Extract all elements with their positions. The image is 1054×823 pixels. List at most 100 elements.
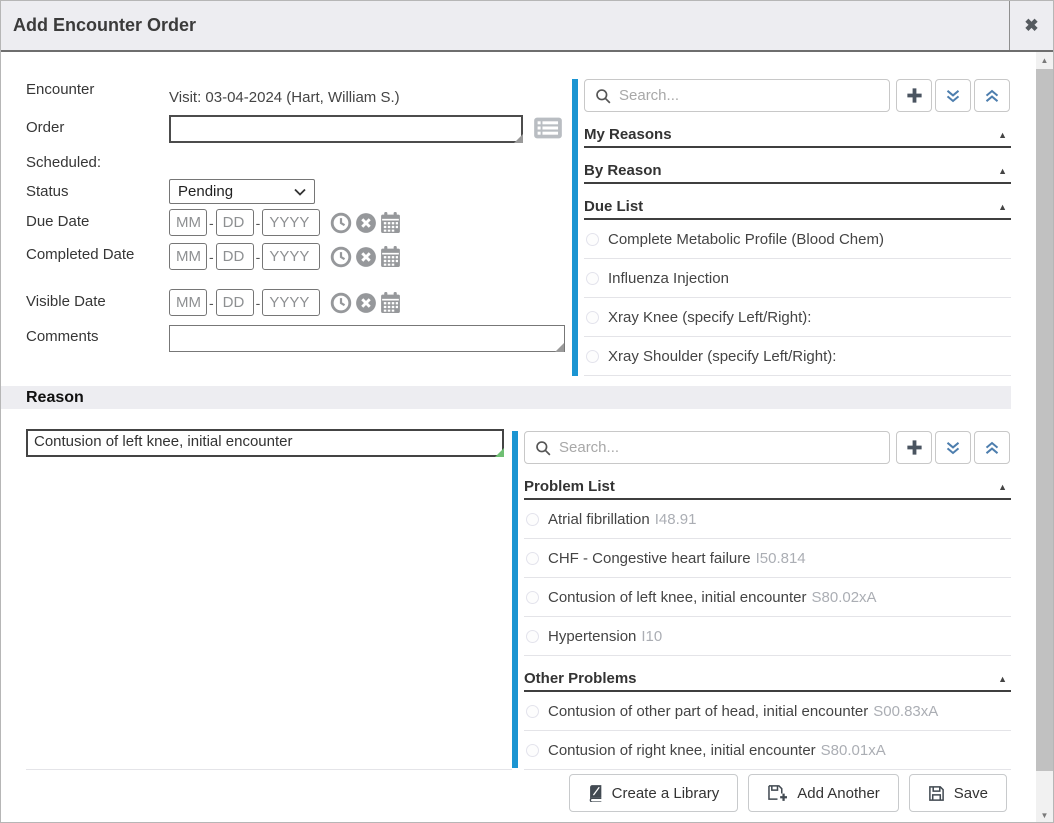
section-header[interactable]: Problem List▲ <box>524 475 1011 500</box>
double-chevron-up-icon <box>984 88 1000 104</box>
collapse-caret-icon[interactable]: ▲ <box>998 202 1011 212</box>
collapse-caret-icon[interactable]: ▲ <box>998 674 1011 684</box>
item-code: S80.02xA <box>812 589 877 606</box>
section-label: My Reasons <box>584 126 672 143</box>
completed-date-month-input[interactable] <box>169 243 207 270</box>
due-date-row: - - <box>169 209 401 236</box>
scroll-up-arrow[interactable]: ▲ <box>1036 52 1053 69</box>
order-label: Order <box>26 118 138 137</box>
calendar-icon[interactable] <box>380 211 401 234</box>
section-header[interactable]: By Reason▲ <box>584 159 1011 184</box>
time-icon[interactable] <box>330 292 352 314</box>
comments-resize-handle[interactable] <box>555 343 564 352</box>
list-item[interactable]: Complete Metabolic Profile (Blood Chem) <box>584 220 1011 259</box>
item-name: CHF - Congestive heart failure <box>548 550 751 567</box>
due-date-year-input[interactable] <box>262 209 320 236</box>
save-label: Save <box>954 785 988 802</box>
list-item[interactable]: Xray Shoulder (specify Left/Right): <box>584 337 1011 376</box>
add-problem-button[interactable] <box>896 431 932 464</box>
completed-date-day-input[interactable] <box>216 243 254 270</box>
section-header[interactable]: Other Problems ▲ <box>524 667 1011 692</box>
list-item[interactable]: Contusion of right knee, initial encount… <box>524 731 1011 770</box>
status-select[interactable]: Pending <box>169 179 315 204</box>
collapse-caret-icon[interactable]: ▲ <box>998 166 1011 176</box>
scroll-down-arrow[interactable]: ▼ <box>1036 807 1053 823</box>
chevron-down-icon <box>294 183 306 201</box>
collapse-all-button[interactable] <box>974 79 1010 112</box>
save-button[interactable]: Save <box>909 774 1007 812</box>
add-reason-button[interactable] <box>896 79 932 112</box>
radio-icon[interactable] <box>586 311 599 324</box>
radio-icon[interactable] <box>526 630 539 643</box>
list-item[interactable]: Atrial fibrillation I48.91 <box>524 500 1011 539</box>
section-label: Due List <box>584 198 643 215</box>
radio-icon[interactable] <box>586 350 599 363</box>
collapse-caret-icon[interactable]: ▲ <box>998 482 1011 492</box>
order-lookup-button[interactable] <box>532 116 564 142</box>
radio-icon[interactable] <box>586 233 599 246</box>
time-icon[interactable] <box>330 246 352 268</box>
section-header[interactable]: My Reasons ▲ <box>584 123 1011 148</box>
add-another-button[interactable]: Add Another <box>748 774 899 812</box>
radio-icon[interactable] <box>526 552 539 565</box>
reason-resize-handle[interactable] <box>495 448 504 457</box>
order-input[interactable] <box>169 115 523 143</box>
collapse-all-button[interactable] <box>974 431 1010 464</box>
status-label: Status <box>26 182 138 201</box>
date-separator: - <box>209 295 214 311</box>
reason-section-title: Reason <box>26 389 84 407</box>
item-code: I50.814 <box>756 550 806 567</box>
expand-all-button[interactable] <box>935 79 971 112</box>
add-another-label: Add Another <box>797 785 880 802</box>
reasons-accent-bar <box>572 79 578 376</box>
scrollbar-thumb[interactable] <box>1036 69 1053 771</box>
radio-icon[interactable] <box>526 705 539 718</box>
calendar-icon[interactable] <box>380 291 401 314</box>
list-item[interactable]: Contusion of other part of head, initial… <box>524 692 1011 731</box>
completed-date-year-input[interactable] <box>262 243 320 270</box>
list-item[interactable]: Influenza Injection <box>584 259 1011 298</box>
dialog-titlebar: Add Encounter Order ✖ <box>1 1 1053 52</box>
double-chevron-down-icon <box>945 88 961 104</box>
comments-input[interactable] <box>169 325 565 352</box>
collapse-caret-icon[interactable]: ▲ <box>998 130 1011 140</box>
problems-search-input[interactable] <box>525 432 889 463</box>
expand-all-button[interactable] <box>935 431 971 464</box>
due-date-day-input[interactable] <box>216 209 254 236</box>
date-separator: - <box>209 215 214 231</box>
reasons-search-input[interactable] <box>585 80 889 111</box>
item-name: Xray Shoulder (specify Left/Right): <box>608 348 836 365</box>
due-date-month-input[interactable] <box>169 209 207 236</box>
visible-date-year-input[interactable] <box>262 289 320 316</box>
list-item[interactable]: HypertensionI10 <box>524 617 1011 656</box>
vertical-scrollbar[interactable]: ▲ ▼ <box>1036 52 1053 823</box>
list-item[interactable]: Xray Knee (specify Left/Right): <box>584 298 1011 337</box>
list-item[interactable]: CHF - Congestive heart failure I50.814 <box>524 539 1011 578</box>
due-date-label: Due Date <box>26 212 138 231</box>
clear-date-icon[interactable] <box>355 212 377 234</box>
section-header[interactable]: Due List ▲ <box>584 195 1011 220</box>
clear-date-icon[interactable] <box>355 246 377 268</box>
visible-date-day-input[interactable] <box>216 289 254 316</box>
close-button[interactable]: ✖ <box>1009 1 1053 50</box>
radio-icon[interactable] <box>526 513 539 526</box>
calendar-icon[interactable] <box>380 245 401 268</box>
time-icon[interactable] <box>330 212 352 234</box>
item-code: I48.91 <box>655 511 697 528</box>
reason-input[interactable]: Contusion of left knee, initial encounte… <box>26 429 504 457</box>
footer-actions: Create a Library Add Another Save <box>569 774 1007 812</box>
visible-date-month-input[interactable] <box>169 289 207 316</box>
radio-icon[interactable] <box>586 272 599 285</box>
list-item[interactable]: Contusion of left knee, initial encounte… <box>524 578 1011 617</box>
clear-date-icon[interactable] <box>355 292 377 314</box>
reasons-search-box <box>584 79 890 112</box>
item-name: Atrial fibrillation <box>548 511 650 528</box>
order-resize-handle[interactable] <box>514 134 523 143</box>
double-chevron-up-icon <box>984 440 1000 456</box>
radio-icon[interactable] <box>526 591 539 604</box>
create-library-button[interactable]: Create a Library <box>569 774 739 812</box>
section-label: Other Problems <box>524 670 637 687</box>
save-icon <box>928 785 945 802</box>
date-separator: - <box>256 295 261 311</box>
radio-icon[interactable] <box>526 744 539 757</box>
